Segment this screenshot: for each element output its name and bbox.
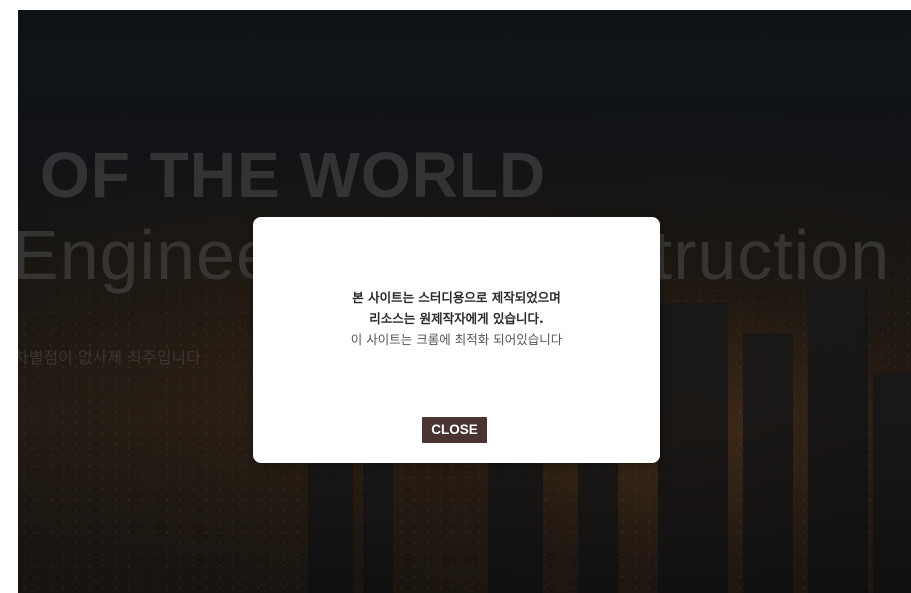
- popup-message-line2: 리소스는 원제작자에게 있습니다.: [369, 311, 544, 326]
- notice-popup: 본 사이트는 스터디용으로 제작되었으며 리소스는 원제작자에게 있습니다. 이…: [253, 217, 660, 463]
- popup-message-line3: 이 사이트는 크롬에 최적화 되어있습니다: [350, 332, 563, 347]
- close-button[interactable]: CLOSE: [422, 417, 487, 443]
- popup-message: 본 사이트는 스터디용으로 제작되었으며 리소스는 원제작자에게 있습니다. 이…: [253, 287, 660, 350]
- popup-message-line1: 본 사이트는 스터디용으로 제작되었으며: [352, 290, 561, 305]
